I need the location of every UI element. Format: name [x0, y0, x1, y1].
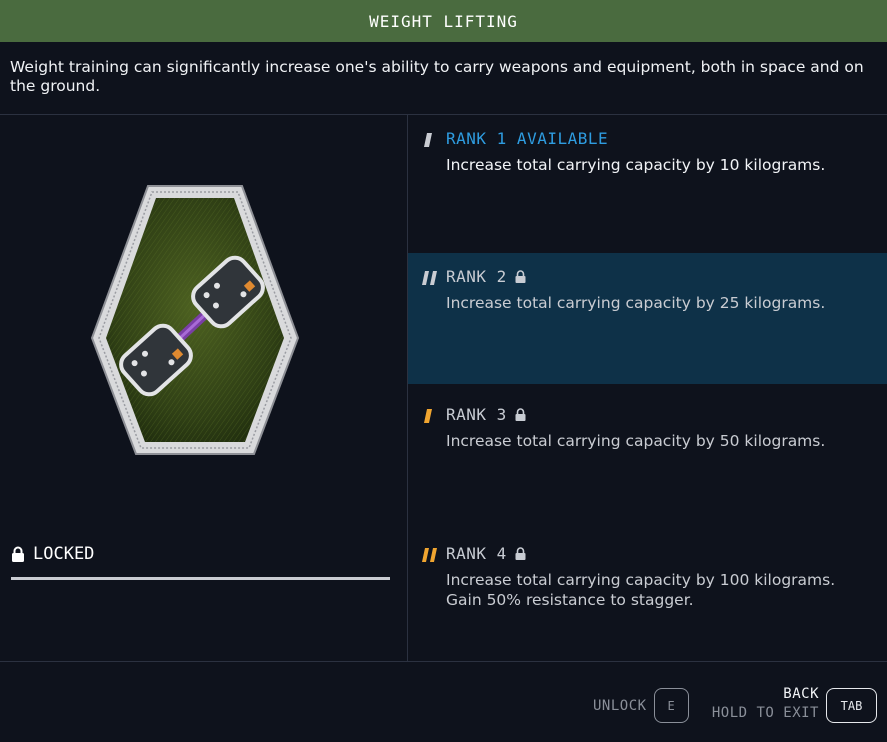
progress-bar [11, 577, 390, 580]
rank-4-description-line2: Gain 50% resistance to stagger. [446, 591, 694, 609]
rank-2-description: Increase total carrying capacity by 25 k… [446, 294, 826, 312]
rank-4-description-line1: Increase total carrying capacity by 100 … [446, 571, 836, 589]
back-action[interactable]: BACK HOLD TO EXIT [707, 686, 819, 723]
back-key-hint[interactable]: TAB [826, 688, 877, 723]
rank-3-title: RANK 3 [446, 405, 507, 424]
lock-icon [515, 547, 526, 560]
rank-4-title: RANK 4 [446, 544, 507, 563]
locked-label: LOCKED [33, 544, 95, 564]
unlock-action[interactable]: UNLOCK E [593, 688, 689, 723]
dumbbell-badge-icon [90, 185, 300, 455]
rank-1-title: RANK 1 AVAILABLE [446, 129, 609, 148]
rank-4-row[interactable]: RANK 4 Increase total carrying capacity … [408, 530, 887, 661]
lock-icon [12, 546, 24, 562]
rank-1-row[interactable]: RANK 1 AVAILABLE Increase total carrying… [408, 115, 887, 253]
rank-3-description: Increase total carrying capacity by 50 k… [446, 432, 826, 450]
rank-2-mark-icon [422, 271, 437, 285]
unlock-key-hint[interactable]: E [653, 688, 689, 723]
rank-4-description: Increase total carrying capacity by 100 … [446, 570, 876, 610]
rank-1-mark-icon [424, 133, 432, 147]
lock-icon [515, 270, 526, 283]
rank-2-title: RANK 2 [446, 267, 507, 286]
title-bar: WEIGHT LIFTING [0, 0, 887, 42]
lock-icon [515, 408, 526, 421]
rank-3-row[interactable]: RANK 3 Increase total carrying capacity … [408, 391, 887, 529]
rank-1-description: Increase total carrying capacity by 10 k… [446, 156, 826, 174]
rank-4-mark-icon [422, 548, 437, 562]
hold-to-exit-label: HOLD TO EXIT [711, 705, 819, 721]
rank-3-mark-icon [424, 409, 432, 423]
skill-description: Weight training can significantly increa… [10, 58, 864, 95]
divider [0, 661, 887, 662]
unlock-label: UNLOCK [593, 697, 647, 714]
skill-title: WEIGHT LIFTING [369, 11, 518, 31]
back-label: BACK [783, 686, 819, 702]
rank-2-row[interactable]: RANK 2 Increase total carrying capacity … [408, 253, 887, 384]
locked-status: LOCKED [11, 544, 94, 564]
